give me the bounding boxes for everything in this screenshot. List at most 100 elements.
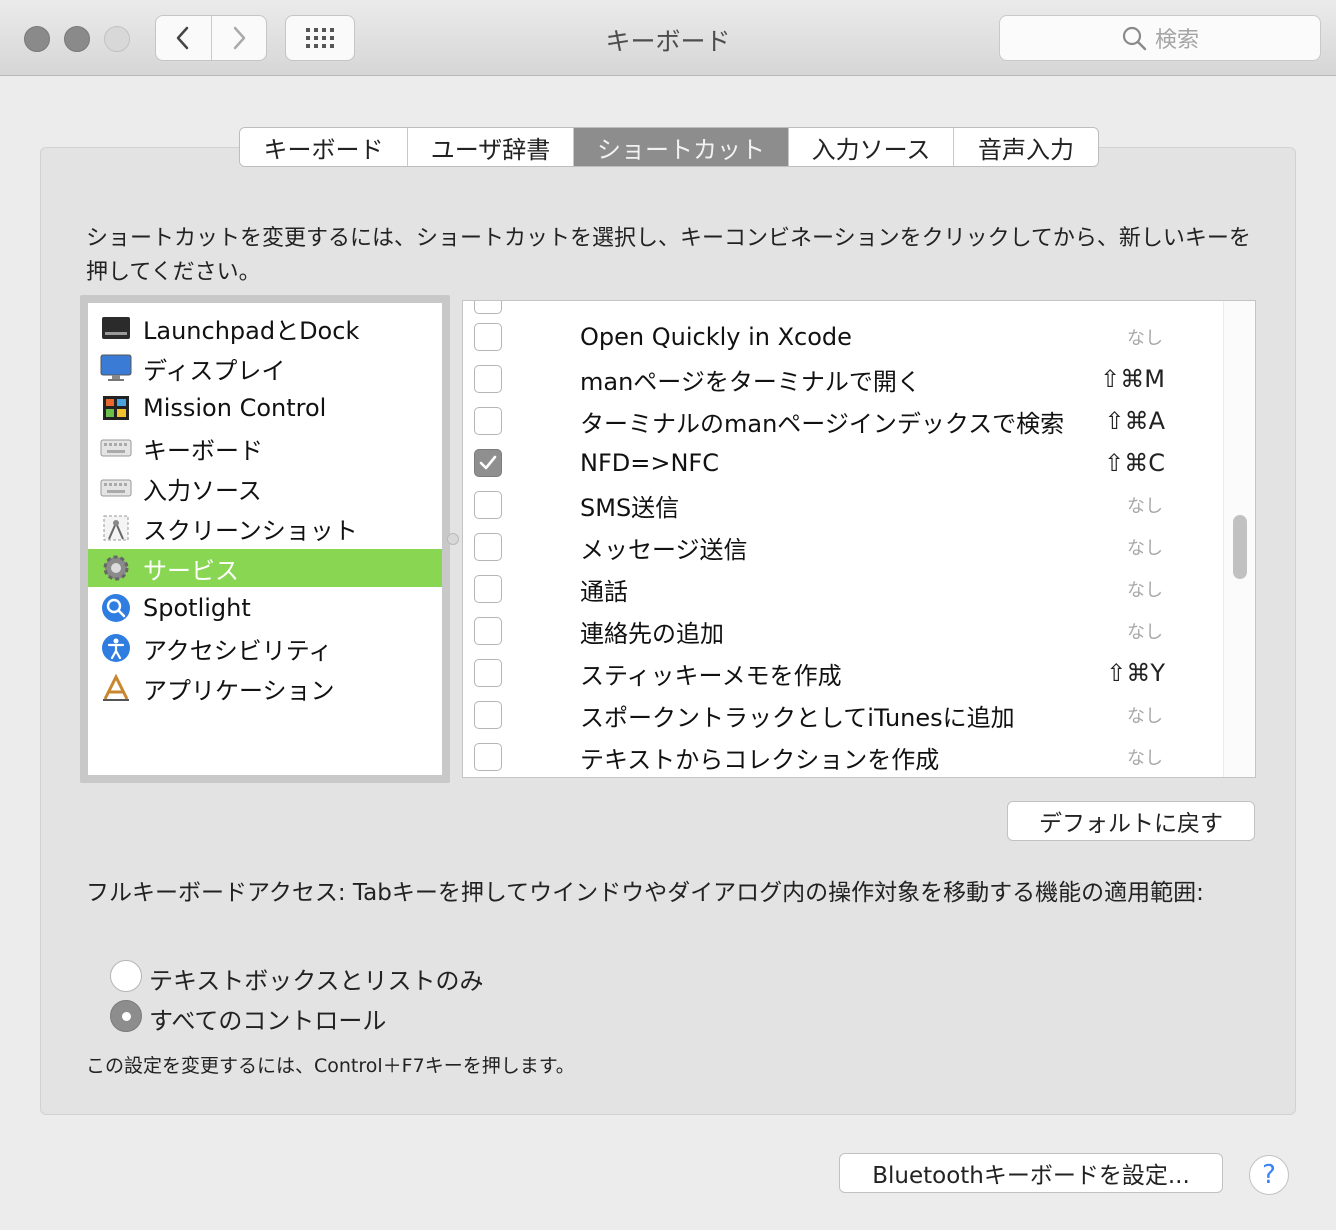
shortcut-key[interactable]: なし — [1127, 702, 1163, 728]
tab-keyboard[interactable]: キーボード — [240, 128, 407, 166]
show-all-button[interactable] — [285, 15, 355, 61]
shortcut-checkbox[interactable] — [474, 365, 502, 393]
checkmark-icon — [479, 455, 497, 470]
search-field[interactable]: 検索 — [999, 15, 1321, 61]
radio-text-boxes-lists[interactable] — [110, 960, 142, 992]
full-keyboard-access-label: フルキーボードアクセス: Tabキーを押してウインドウやダイアログ内の操作対象を… — [86, 880, 1204, 906]
restore-defaults-button[interactable]: デフォルトに戻す — [1007, 801, 1255, 841]
category-item-screenshot[interactable]: スクリーンショット — [88, 509, 442, 547]
forward-button[interactable] — [210, 16, 267, 60]
setup-bluetooth-keyboard-button[interactable]: Bluetoothキーボードを設定... — [839, 1153, 1223, 1193]
shortcut-row[interactable]: 連絡先の追加 なし — [463, 610, 1223, 652]
tab-input-sources[interactable]: 入力ソース — [788, 128, 953, 166]
tab-user-dictionary[interactable]: ユーザ辞書 — [407, 128, 573, 166]
shortcut-label: NFD=>NFC — [580, 449, 719, 477]
split-view-handle[interactable] — [447, 533, 459, 545]
window-title: キーボード — [605, 27, 731, 56]
category-item-keyboard[interactable]: キーボード — [88, 429, 442, 467]
shortcut-key[interactable]: なし — [1127, 744, 1163, 770]
radio-label-text-boxes-lists[interactable]: テキストボックスとリストのみ — [149, 961, 484, 996]
vertical-scrollbar[interactable] — [1223, 301, 1255, 777]
shortcut-row[interactable]: スティッキーメモを作成 ⇧⌘Y — [463, 652, 1223, 694]
tab-bar: キーボード ユーザ辞書 ショートカット 入力ソース 音声入力 — [239, 127, 1099, 167]
services-gear-icon — [99, 551, 133, 585]
category-label: Mission Control — [143, 394, 327, 422]
close-window-button[interactable] — [24, 26, 50, 52]
launchpad-dock-icon — [99, 311, 133, 345]
category-label: スクリーンショット — [143, 516, 358, 545]
category-label: アクセシビリティ — [143, 636, 333, 665]
shortcut-label: SMS送信 — [580, 493, 680, 522]
category-item-input-sources[interactable]: 入力ソース — [88, 469, 442, 507]
shortcut-key[interactable]: ⇧⌘Y — [1106, 659, 1165, 687]
shortcut-key[interactable]: ⇧⌘M — [1100, 365, 1165, 393]
shortcut-label: スティッキーメモを作成 — [580, 661, 842, 690]
shortcut-list: Open Quickly in Xcode なし manページをターミナルで開く… — [462, 300, 1256, 778]
shortcut-row[interactable]: SMS送信 なし — [463, 484, 1223, 526]
shortcut-label: メッセージ送信 — [580, 535, 748, 564]
tab-dictation[interactable]: 音声入力 — [953, 128, 1098, 166]
category-label: LaunchpadとDock — [143, 316, 360, 345]
shortcut-label: 通話 — [580, 577, 628, 606]
shortcut-checkbox[interactable] — [474, 659, 502, 687]
shortcut-key[interactable]: なし — [1127, 324, 1163, 350]
category-item-display[interactable]: ディスプレイ — [88, 349, 442, 387]
chevron-left-icon — [177, 26, 189, 50]
shortcut-checkbox[interactable] — [474, 575, 502, 603]
category-label: ディスプレイ — [143, 356, 286, 385]
shortcut-checkbox[interactable] — [474, 301, 502, 314]
category-item-launchpad-dock[interactable]: LaunchpadとDock — [88, 309, 442, 347]
zoom-window-button[interactable] — [104, 26, 130, 52]
shortcut-row[interactable]: NFD=>NFC ⇧⌘C — [463, 442, 1223, 484]
category-label: アプリケーション — [143, 676, 335, 705]
shortcut-checkbox[interactable] — [474, 491, 502, 519]
shortcut-checkbox[interactable] — [474, 407, 502, 435]
category-item-spotlight[interactable]: Spotlight — [88, 589, 442, 627]
back-button[interactable] — [156, 16, 211, 60]
accessibility-icon — [99, 631, 133, 665]
shortcut-key[interactable]: なし — [1127, 492, 1163, 518]
shortcut-label: スポークントラックとしてiTunesに追加 — [580, 703, 1015, 732]
shortcut-checkbox[interactable] — [474, 743, 502, 771]
shortcut-key[interactable]: なし — [1127, 534, 1163, 560]
category-item-mission-control[interactable]: Mission Control — [88, 389, 442, 427]
category-list: LaunchpadとDock ディスプレイ Mission Control キー… — [80, 295, 450, 783]
shortcut-checkbox[interactable] — [474, 617, 502, 645]
grid-icon — [306, 28, 334, 48]
shortcut-key[interactable]: なし — [1127, 618, 1163, 644]
shortcut-row[interactable]: manページをターミナルで開く ⇧⌘M — [463, 358, 1223, 400]
title-bar: キーボード 検索 — [0, 0, 1336, 76]
category-item-services[interactable]: サービス — [88, 549, 442, 587]
tab-shortcuts[interactable]: ショートカット — [573, 128, 788, 166]
mission-control-icon — [99, 391, 133, 425]
shortcut-row[interactable]: Open Quickly in Xcode なし — [463, 316, 1223, 358]
spotlight-icon — [99, 591, 133, 625]
shortcut-key[interactable]: ⇧⌘C — [1104, 449, 1165, 477]
radio-all-controls[interactable] — [110, 1000, 142, 1032]
minimize-window-button[interactable] — [64, 26, 90, 52]
shortcut-checkbox[interactable] — [474, 701, 502, 729]
shortcut-checkbox[interactable] — [474, 533, 502, 561]
scrollbar-thumb[interactable] — [1233, 515, 1247, 579]
back-forward-group — [155, 15, 267, 61]
shortcut-row[interactable]: 通話 なし — [463, 568, 1223, 610]
category-label: Spotlight — [143, 594, 251, 622]
shortcut-row[interactable]: テキストからコレクションを作成 なし — [463, 736, 1223, 777]
shortcut-key[interactable]: ⇧⌘A — [1104, 407, 1165, 435]
category-label: 入力ソース — [143, 476, 262, 505]
chevron-right-icon — [233, 26, 245, 50]
shortcut-note: この設定を変更するには、Control＋F7キーを押します。 — [86, 1055, 575, 1077]
shortcut-row[interactable]: スポークントラックとしてiTunesに追加 なし — [463, 694, 1223, 736]
shortcut-checkbox[interactable] — [474, 323, 502, 351]
shortcut-key[interactable]: なし — [1127, 576, 1163, 602]
category-item-accessibility[interactable]: アクセシビリティ — [88, 629, 442, 667]
help-button[interactable]: ? — [1249, 1155, 1289, 1195]
shortcut-label: ターミナルのmanページインデックスで検索 — [580, 409, 1065, 438]
category-item-applications[interactable]: アプリケーション — [88, 669, 442, 707]
keyboard-icon — [99, 431, 133, 465]
radio-label-all-controls[interactable]: すべてのコントロール — [149, 1001, 386, 1036]
shortcut-row[interactable]: メッセージ送信 なし — [463, 526, 1223, 568]
shortcut-checkbox[interactable] — [474, 449, 502, 477]
shortcut-row[interactable]: ターミナルのmanページインデックスで検索 ⇧⌘A — [463, 400, 1223, 442]
instructions-text: ショートカットを変更するには、ショートカットを選択し、キーコンビネーションをクリ… — [86, 226, 1251, 285]
